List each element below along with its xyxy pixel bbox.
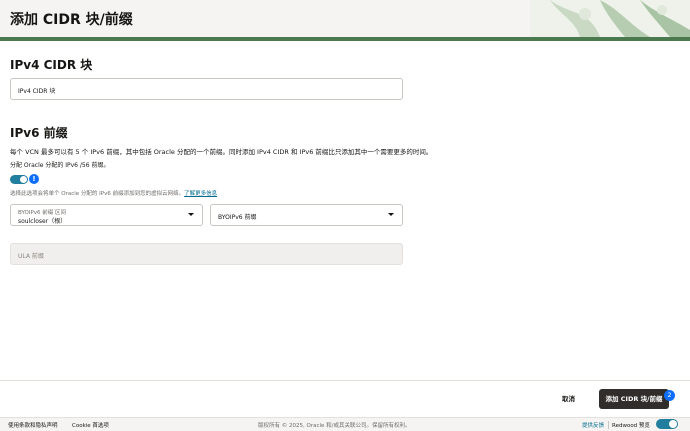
page-title: 添加 CIDR 块/前缀 (10, 12, 133, 28)
toggle-help-text: 选择此选项会将单个 Oracle 分配的 IPv6 前缀添加到您的虚拟云网络。了… (10, 189, 217, 197)
header-band (0, 37, 690, 41)
header-decoration (530, 0, 690, 41)
add-cidr-button[interactable]: 添加 CIDR 块/前缀 (599, 389, 669, 409)
chevron-down-icon (188, 213, 194, 216)
info-icon[interactable]: ! (29, 174, 39, 184)
ipv4-cidr-input-value: IPv4 CIDR 块 (18, 88, 56, 95)
cancel-button[interactable]: 取消 (562, 393, 575, 403)
cookie-preferences-link[interactable]: Cookie 首选项 (72, 421, 109, 429)
toggle-knob (669, 420, 677, 428)
assign-oracle-prefix-label: 分配 Oracle 分配的 IPv6 /56 前缀。 (10, 162, 110, 169)
page-footer: 使用条款和隐私声明 Cookie 首选项 版权所有 © 2025, Oracle… (0, 417, 690, 431)
byoip-compartment-value: soulcloser（根） (18, 218, 67, 225)
action-bar: 取消 添加 CIDR 块/前缀 (0, 380, 690, 417)
learn-more-link[interactable]: 了解更多信息 (184, 191, 217, 197)
feedback-link[interactable]: 提供反馈 (582, 421, 604, 429)
toggle-knob (20, 176, 27, 183)
redwood-preview-toggle[interactable] (656, 419, 678, 429)
ipv4-cidr-input[interactable]: IPv4 CIDR 块 (10, 78, 403, 100)
assign-oracle-prefix-toggle[interactable] (10, 175, 28, 184)
byoip-compartment-label: BYOIPv6 前缀 区间 (18, 210, 67, 216)
ipv6-description: 每个 VCN 最多可以有 5 个 IPv6 前缀，其中包括 Oracle 分配的… (10, 148, 433, 156)
byoip-prefix-value: BYOIPv6 前缀 (218, 214, 257, 221)
redwood-preview-label: Redwood 预览 (612, 423, 650, 429)
terms-link[interactable]: 使用条款和隐私声明 (8, 421, 58, 429)
byoip-compartment-select[interactable]: BYOIPv6 前缀 区间 soulcloser（根） (10, 204, 203, 226)
ula-prefix-input: ULA 前缀 (10, 243, 403, 265)
ipv4-heading: IPv4 CIDR 块 (10, 58, 93, 72)
footer-separator (608, 421, 609, 429)
page-header: 添加 CIDR 块/前缀 (0, 0, 690, 41)
chevron-down-icon (388, 213, 394, 216)
ipv6-heading: IPv6 前缀 (10, 126, 68, 140)
notification-badge: 2 (664, 390, 675, 401)
copyright-text: 版权所有 © 2025, Oracle 和/或其关联公司。保留所有权利。 (258, 423, 411, 429)
byoip-prefix-select[interactable]: BYOIPv6 前缀 (210, 204, 403, 226)
toggle-help-description: 选择此选项会将单个 Oracle 分配的 IPv6 前缀添加到您的虚拟云网络。 (10, 191, 185, 197)
ula-prefix-value: ULA 前缀 (18, 253, 44, 260)
